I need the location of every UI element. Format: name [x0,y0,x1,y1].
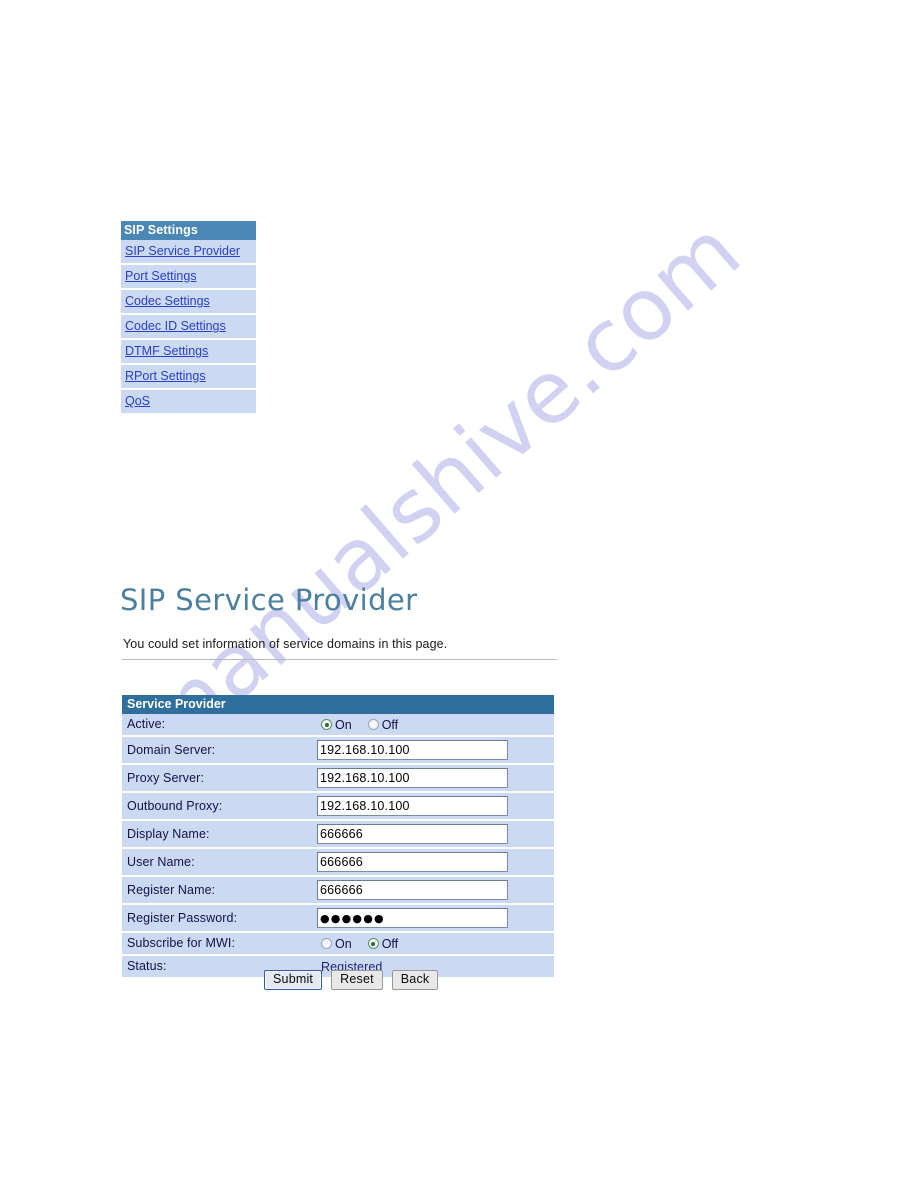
sidebar-link-codec-id-settings[interactable]: Codec ID Settings [125,319,226,334]
radio-group-subscribe-mwi: On Off [317,937,414,951]
label-register-password: Register Password: [127,910,238,925]
radio-mwi-off[interactable]: Off [367,936,399,951]
outbound-proxy-input[interactable] [317,796,508,816]
label-active: Active: [127,717,166,731]
sidebar-item-codec-settings[interactable]: Codec Settings [121,290,256,315]
table-row-register-name: Register Name: [122,877,554,905]
sidebar-item-codec-id-settings[interactable]: Codec ID Settings [121,315,256,340]
value-proxy-server [317,765,554,791]
radio-dot-icon[interactable] [321,719,332,730]
value-register-name [317,877,554,903]
table-row-user-name: User Name: [122,849,554,877]
label-domain-server: Domain Server: [127,742,216,757]
table-row-proxy-server: Proxy Server: [122,765,554,793]
radio-mwi-on-label: On [335,936,352,951]
title-divider [122,659,557,660]
label-proxy-server: Proxy Server: [127,770,205,785]
table-row-outbound-proxy: Outbound Proxy: [122,793,554,821]
radio-dot-icon[interactable] [367,938,379,949]
radio-active-off-label: Off [381,717,399,732]
label-display-name: Display Name: [127,826,210,841]
page-subtitle: You could set information of service dom… [123,637,448,651]
value-display-name [317,821,554,847]
sidebar-link-rport-settings[interactable]: RPort Settings [125,369,206,384]
value-register-password [317,905,554,931]
sidebar-link-sip-service-provider[interactable]: SIP Service Provider [125,244,240,259]
value-outbound-proxy [317,793,554,819]
radio-mwi-off-label: Off [381,936,399,951]
radio-dot-icon[interactable] [321,938,332,949]
value-domain-server [317,737,554,763]
label-user-name: User Name: [127,854,195,869]
sidebar-link-dtmf-settings[interactable]: DTMF Settings [125,344,208,359]
register-password-input[interactable] [317,908,508,928]
radio-active-off[interactable]: Off [367,717,399,732]
table-row-active: Active: On Off [122,714,554,737]
form-button-bar: Submit Reset Back [264,970,439,990]
radio-mwi-on[interactable]: On [321,937,352,951]
radio-active-on[interactable]: On [321,718,352,732]
value-subscribe-mwi: On Off [317,935,554,953]
display-name-input[interactable] [317,824,508,844]
page-title: SIP Service Provider [120,583,418,617]
sip-settings-menu: SIP Settings SIP Service Provider Port S… [121,221,256,413]
sidebar-item-dtmf-settings[interactable]: DTMF Settings [121,340,256,365]
menu-title: SIP Settings [121,221,256,240]
service-provider-table: Service Provider Active: On Off Domain S… [122,695,554,977]
label-register-name: Register Name: [127,882,216,897]
value-user-name [317,849,554,875]
label-outbound-proxy: Outbound Proxy: [127,798,223,813]
submit-button[interactable]: Submit [264,970,323,990]
register-name-input[interactable] [317,880,508,900]
sidebar-item-rport-settings[interactable]: RPort Settings [121,365,256,390]
back-button[interactable]: Back [391,970,439,990]
sidebar-link-codec-settings[interactable]: Codec Settings [125,294,210,309]
table-row-domain-server: Domain Server: [122,737,554,765]
table-header: Service Provider [122,695,554,714]
table-row-display-name: Display Name: [122,821,554,849]
table-row-subscribe-mwi: Subscribe for MWI: On Off [122,933,554,956]
sidebar-item-qos[interactable]: QoS [121,390,256,413]
sidebar-item-sip-service-provider[interactable]: SIP Service Provider [121,240,256,265]
value-active: On Off [317,716,554,734]
sidebar-link-qos[interactable]: QoS [125,394,150,409]
user-name-input[interactable] [317,852,508,872]
proxy-server-input[interactable] [317,768,508,788]
table-row-register-password: Register Password: [122,905,554,933]
radio-group-active: On Off [317,718,414,732]
radio-dot-icon[interactable] [367,719,379,730]
sidebar-item-port-settings[interactable]: Port Settings [121,265,256,290]
reset-button[interactable]: Reset [331,970,383,990]
domain-server-input[interactable] [317,740,508,760]
sidebar-link-port-settings[interactable]: Port Settings [125,269,197,284]
label-subscribe-mwi: Subscribe for MWI: [127,936,236,950]
radio-active-on-label: On [335,717,352,732]
